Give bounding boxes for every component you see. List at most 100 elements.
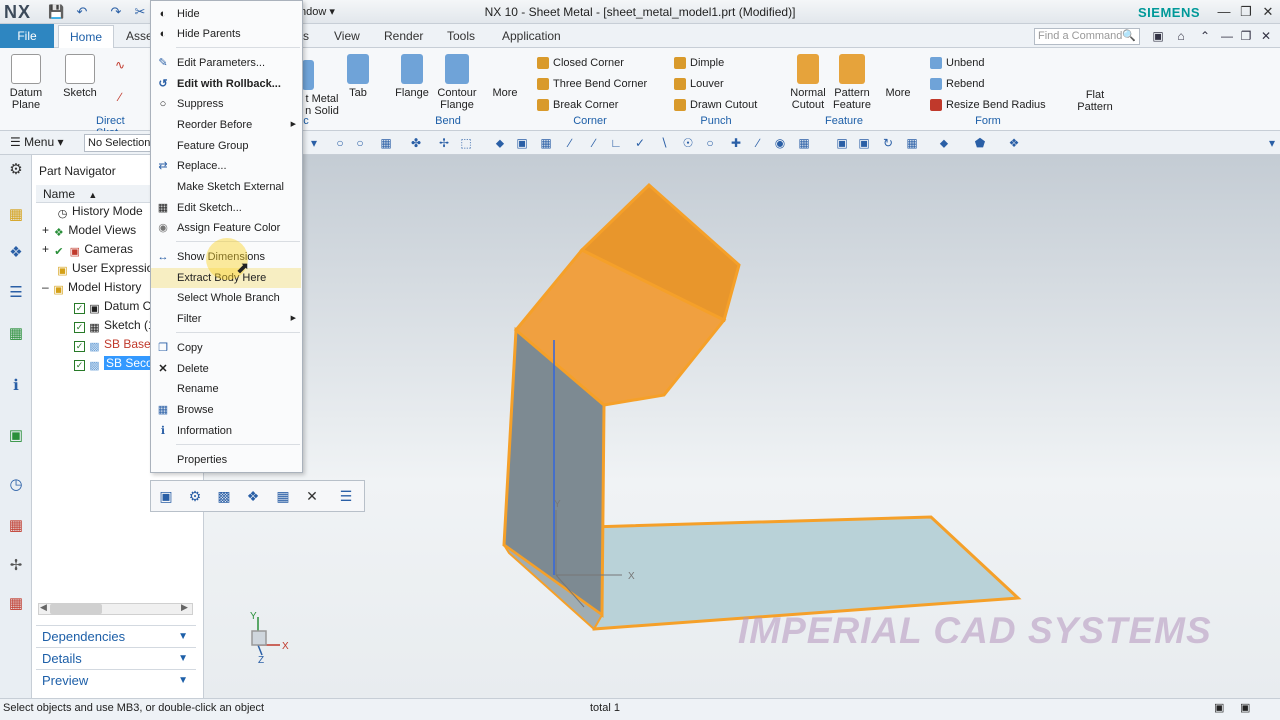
menu-item-replace[interactable]: ⇄ Replace... bbox=[151, 156, 301, 176]
tree-item-datum[interactable]: ✓ ▣ Datum C bbox=[74, 297, 151, 316]
close-icon[interactable]: ✕ bbox=[1258, 3, 1278, 21]
midpoint-icon[interactable]: ∕ bbox=[586, 135, 602, 151]
tab-partial[interactable]: s bbox=[303, 29, 309, 43]
minimize-icon[interactable]: — bbox=[1214, 3, 1234, 21]
assembly-navigator-icon[interactable]: ▦ bbox=[6, 205, 26, 225]
tab-tools[interactable]: Tools bbox=[447, 29, 475, 43]
menu-item-reorder-before[interactable]: Reorder Before bbox=[151, 115, 301, 135]
menu-item-hide[interactable]: ◐ Hide bbox=[151, 4, 301, 24]
tab-view[interactable]: View bbox=[334, 29, 360, 43]
flange-button[interactable]: Flange bbox=[394, 54, 430, 99]
home-icon[interactable]: ⌂ bbox=[1173, 29, 1189, 45]
menu-item-select-whole-branch[interactable]: Select Whole Branch bbox=[151, 288, 301, 308]
snap-icon-3[interactable]: ✢ bbox=[436, 135, 452, 151]
solid-icon-2[interactable]: ▣ bbox=[514, 135, 530, 151]
minimize-doc-icon[interactable]: — bbox=[1219, 29, 1235, 45]
dimple-button[interactable]: Dimple bbox=[672, 54, 724, 72]
scrollbar-thumb[interactable] bbox=[50, 604, 102, 614]
snap-icon-2[interactable]: ✤ bbox=[408, 135, 424, 151]
pattern-feature-button[interactable]: Pattern Feature bbox=[830, 54, 874, 111]
tab-file[interactable]: File bbox=[0, 24, 54, 48]
solid-icon-1[interactable]: ⬥ bbox=[492, 135, 508, 151]
endpoint-icon[interactable]: ∕ bbox=[562, 135, 578, 151]
dropdown-arrow-icon[interactable]: ▾ bbox=[306, 135, 322, 151]
quadrant-icon[interactable]: ○ bbox=[702, 135, 718, 151]
scroll-right-icon[interactable]: ▶ bbox=[181, 602, 188, 613]
gear-icon[interactable]: ⚙ bbox=[6, 160, 26, 180]
visibility-checkbox[interactable]: ✓ bbox=[74, 322, 85, 333]
scroll-left-icon[interactable]: ◀ bbox=[40, 602, 47, 613]
control-point-icon[interactable]: ∟ bbox=[608, 135, 624, 151]
process-studio-icon[interactable]: ▦ bbox=[6, 594, 26, 614]
chevron-up-icon[interactable]: ⌃ bbox=[1197, 29, 1213, 45]
curve-icon[interactable]: ∿ bbox=[112, 58, 128, 74]
tab-feature-button[interactable]: Tab bbox=[343, 54, 373, 99]
circle-snap-icon[interactable]: ☉ bbox=[680, 135, 696, 151]
window-icon[interactable]: ▣ bbox=[1150, 29, 1166, 45]
menu-item-hide-parents[interactable]: ◐ Hide Parents bbox=[151, 24, 301, 44]
web-browser-icon[interactable]: ℹ bbox=[6, 376, 26, 396]
tree-item-cameras[interactable]: + ✔ ▣ Cameras bbox=[42, 240, 133, 259]
menu-item-properties[interactable]: Properties bbox=[151, 450, 301, 470]
search-icon[interactable]: 🔍 bbox=[1122, 29, 1136, 42]
rollback-mini-icon[interactable]: ⚙ bbox=[185, 487, 205, 505]
resize-bend-radius-button[interactable]: Resize Bend Radius bbox=[928, 96, 1046, 114]
delete-mini-icon[interactable]: ✕ bbox=[302, 487, 322, 505]
drawn-cutout-button[interactable]: Drawn Cutout bbox=[672, 96, 757, 114]
refresh-icon[interactable]: ↻ bbox=[880, 135, 896, 151]
line-icon[interactable]: ∕ bbox=[112, 90, 128, 106]
contour-flange-button[interactable]: Contour Flange bbox=[434, 54, 480, 111]
filter-icon-1[interactable]: ○ bbox=[332, 135, 348, 151]
suppress-mini-icon[interactable]: ▩ bbox=[214, 487, 234, 505]
reuse-library-icon[interactable]: ▦ bbox=[6, 324, 26, 344]
more-feature-button[interactable]: More bbox=[882, 54, 914, 99]
arc-center-icon[interactable]: ∖ bbox=[656, 135, 672, 151]
break-corner-button[interactable]: Break Corner bbox=[535, 96, 618, 114]
close-doc-icon[interactable]: ✕ bbox=[1258, 29, 1274, 45]
intersection-icon[interactable]: ✓ bbox=[632, 135, 648, 151]
tree-item-model-views[interactable]: + ❖ Model Views bbox=[42, 221, 136, 240]
menu-item-filter[interactable]: Filter bbox=[151, 309, 301, 329]
menu-item-suppress[interactable]: ○ Suppress bbox=[151, 94, 301, 114]
details-panel[interactable]: Details ▼ bbox=[36, 647, 196, 669]
menu-item-feature-group[interactable]: Feature Group bbox=[151, 136, 301, 156]
more-mini-icon[interactable]: ☰ bbox=[336, 487, 356, 505]
edit-parameters-mini-icon[interactable]: ▣ bbox=[156, 487, 176, 505]
history-icon[interactable]: ▣ bbox=[6, 426, 26, 446]
view-icon-2[interactable]: ▣ bbox=[856, 135, 872, 151]
tangent-icon[interactable]: ∕ bbox=[750, 135, 766, 151]
selection-filter-dropdown[interactable]: No Selection bbox=[84, 134, 154, 152]
box-select-icon[interactable]: ⬚ bbox=[458, 135, 474, 151]
menu-item-copy[interactable]: ❐ Copy bbox=[151, 338, 301, 358]
menu-item-edit-with-rollback[interactable]: ↺ Edit with Rollback... bbox=[151, 74, 301, 94]
menu-item-browse[interactable]: ▦ Browse bbox=[151, 400, 301, 420]
preview-panel[interactable]: Preview ▼ bbox=[36, 669, 196, 691]
point-on-curve-icon[interactable]: ◉ bbox=[772, 135, 788, 151]
tree-item-sb-second[interactable]: ✓ ▩ SB Seco bbox=[74, 354, 155, 373]
louver-button[interactable]: Louver bbox=[672, 75, 724, 93]
menu-item-make-sketch-external[interactable]: Make Sketch External bbox=[151, 177, 301, 197]
rebend-button[interactable]: Rebend bbox=[928, 75, 985, 93]
restore-doc-icon[interactable]: ❐ bbox=[1238, 29, 1254, 45]
three-bend-corner-button[interactable]: Three Bend Corner bbox=[535, 75, 647, 93]
tree-item-user-expressions[interactable]: ▣ User Expression bbox=[56, 259, 160, 278]
tree-item-history-mode[interactable]: ◷ History Mode bbox=[56, 202, 143, 221]
tab-application[interactable]: Application bbox=[502, 29, 561, 43]
plus-snap-icon[interactable]: ✚ bbox=[728, 135, 744, 151]
roles-icon[interactable]: ▦ bbox=[6, 516, 26, 536]
clock-icon[interactable]: ◷ bbox=[6, 475, 26, 495]
normal-cutout-button[interactable]: Normal Cutout bbox=[788, 54, 828, 111]
filter-icon-2[interactable]: ○ bbox=[352, 135, 368, 151]
system-materials-icon[interactable]: ✢ bbox=[6, 556, 26, 576]
menu-item-edit-parameters[interactable]: ✎ Edit Parameters... bbox=[151, 53, 301, 73]
bounded-grid-icon[interactable]: ▦ bbox=[796, 135, 812, 151]
more-bend-button[interactable]: More bbox=[488, 54, 522, 99]
menu-item-delete[interactable]: ✕ Delete bbox=[151, 359, 301, 379]
menu-button[interactable]: ☰ Menu ▾ bbox=[10, 135, 64, 149]
status-icon-2[interactable]: ▣ bbox=[1240, 701, 1250, 714]
visibility-checkbox[interactable]: ✓ bbox=[74, 303, 85, 314]
menu-item-edit-sketch[interactable]: ▦ Edit Sketch... bbox=[151, 198, 301, 218]
flat-pattern-button[interactable]: Flat Pattern bbox=[1072, 62, 1118, 113]
layout-icon[interactable]: ▦ bbox=[904, 135, 920, 151]
datum-plane-button[interactable]: Datum Plane bbox=[6, 54, 46, 111]
